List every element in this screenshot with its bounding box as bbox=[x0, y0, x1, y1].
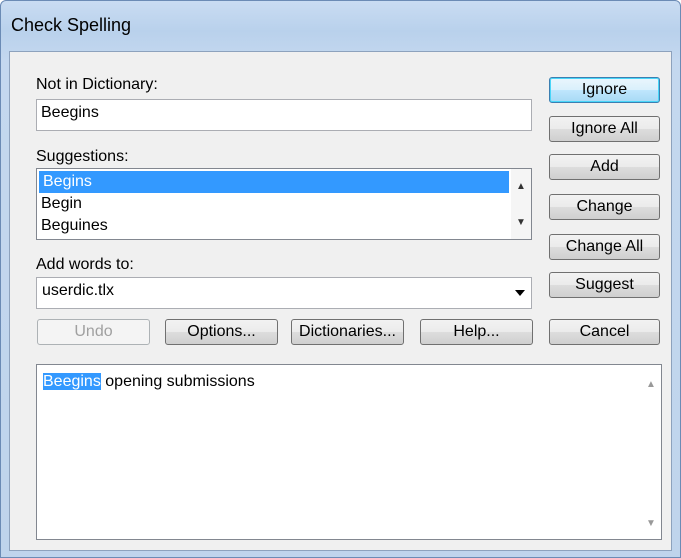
scroll-up-arrow-icon[interactable]: ▲ bbox=[641, 379, 661, 390]
title-bar[interactable]: Check Spelling bbox=[1, 1, 680, 51]
suggestions-label: Suggestions: bbox=[36, 148, 129, 165]
options-button[interactable]: Options... bbox=[165, 319, 278, 345]
not-in-dictionary-label: Not in Dictionary: bbox=[36, 76, 158, 93]
check-spelling-dialog: Check Spelling Not in Dictionary: Beegin… bbox=[0, 0, 681, 558]
cancel-button[interactable]: Cancel bbox=[549, 319, 660, 345]
add-words-to-value: userdic.tlx bbox=[42, 282, 115, 299]
suggestions-scrollbar[interactable]: ▲ ▼ bbox=[511, 169, 531, 239]
add-words-to-select[interactable]: userdic.tlx bbox=[36, 277, 532, 309]
dialog-body: Not in Dictionary: Beegins Suggestions: … bbox=[9, 51, 672, 551]
change-button[interactable]: Change bbox=[549, 194, 660, 220]
suggestion-item[interactable]: Beguines bbox=[37, 215, 509, 237]
misspelled-word-highlight: Beegins bbox=[43, 373, 101, 390]
suggest-button[interactable]: Suggest bbox=[549, 272, 660, 298]
dictionaries-button[interactable]: Dictionaries... bbox=[291, 319, 404, 345]
preview-scrollbar[interactable]: ▲ ▼ bbox=[641, 365, 661, 539]
context-preview[interactable]: Beegins opening submissions ▲ ▼ bbox=[36, 364, 662, 540]
scroll-down-arrow-icon[interactable]: ▼ bbox=[511, 217, 531, 228]
add-words-to-label: Add words to: bbox=[36, 256, 134, 273]
suggestion-item[interactable]: Begins bbox=[39, 171, 509, 193]
context-text: Beegins opening submissions bbox=[43, 373, 255, 391]
ignore-all-button[interactable]: Ignore All bbox=[549, 116, 660, 142]
dialog-title: Check Spelling bbox=[11, 15, 132, 35]
not-in-dictionary-value: Beegins bbox=[41, 104, 99, 121]
ignore-button[interactable]: Ignore bbox=[549, 77, 660, 103]
help-button[interactable]: Help... bbox=[420, 319, 533, 345]
not-in-dictionary-field[interactable]: Beegins bbox=[36, 99, 532, 131]
change-all-button[interactable]: Change All bbox=[549, 234, 660, 260]
scroll-down-arrow-icon[interactable]: ▼ bbox=[641, 518, 661, 529]
context-rest-text: opening submissions bbox=[100, 373, 255, 390]
scroll-up-arrow-icon[interactable]: ▲ bbox=[511, 181, 531, 192]
chevron-down-icon[interactable] bbox=[515, 290, 525, 296]
suggestion-item[interactable]: Begin bbox=[37, 193, 509, 215]
undo-button[interactable]: Undo bbox=[37, 319, 150, 345]
add-button[interactable]: Add bbox=[549, 154, 660, 180]
suggestions-list[interactable]: Begins Begin Beguines ▲ ▼ bbox=[36, 168, 532, 240]
